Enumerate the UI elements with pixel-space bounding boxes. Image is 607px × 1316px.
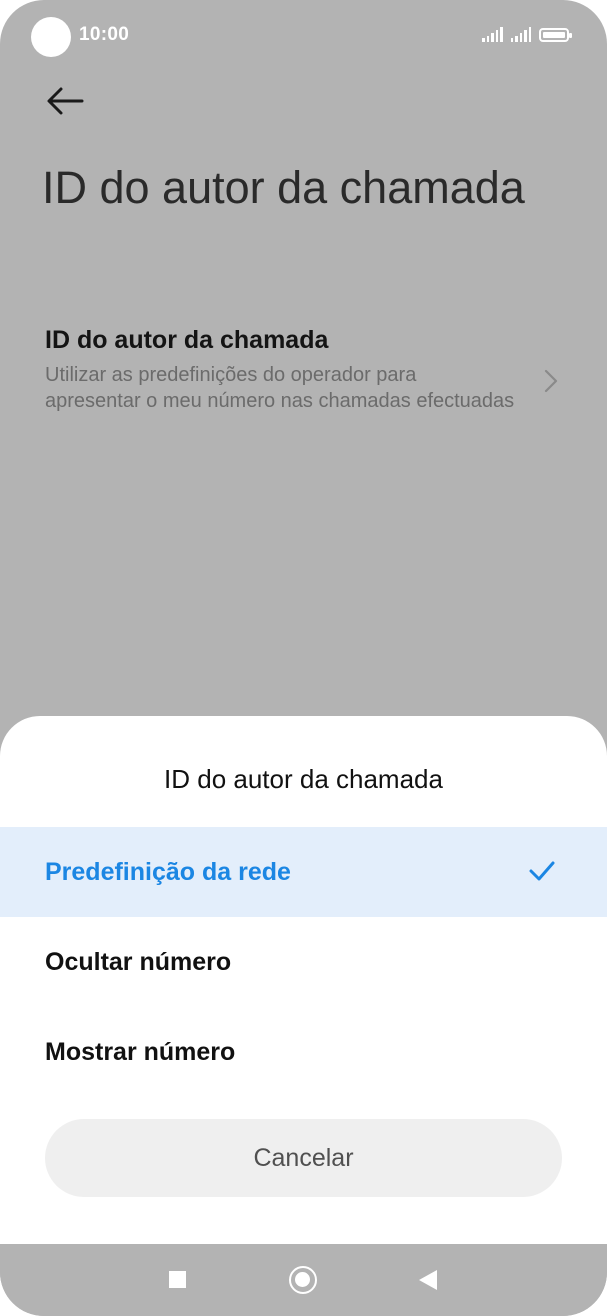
camera-cutout — [31, 17, 71, 57]
system-icons — [482, 26, 572, 42]
setting-title: ID do autor da chamada — [45, 326, 329, 354]
arrow-left-icon — [47, 87, 84, 115]
signal-icon — [510, 26, 531, 42]
triangle-back-icon[interactable] — [418, 1269, 438, 1291]
cancel-button[interactable]: Cancelar — [45, 1119, 562, 1197]
status-bar: 10:00 — [0, 0, 607, 70]
battery-icon — [539, 28, 572, 42]
checkmark-icon — [529, 861, 555, 881]
option-label: Mostrar número — [45, 1037, 236, 1066]
signal-icon — [482, 26, 503, 42]
sheet-title: ID do autor da chamada — [164, 764, 443, 794]
option-show-number[interactable]: Mostrar número — [0, 1007, 607, 1097]
circle-home-icon[interactable] — [289, 1266, 317, 1294]
option-network-default[interactable]: Predefinição da rede — [0, 827, 607, 917]
caller-id-bottom-sheet: ID do autor da chamada Predefinição da r… — [0, 716, 607, 1244]
page-title: ID do autor da chamada — [42, 162, 525, 213]
chevron-right-icon — [544, 369, 558, 393]
phone-screen: 10:00 ID do autor da chamada ID do autor… — [0, 0, 607, 1316]
option-label: Predefinição da rede — [45, 857, 291, 886]
option-label: Ocultar número — [45, 947, 232, 976]
option-hide-number[interactable]: Ocultar número — [0, 917, 607, 1007]
square-recents-icon[interactable] — [169, 1271, 186, 1288]
caller-id-setting-row[interactable]: ID do autor da chamada Utilizar as prede… — [45, 320, 575, 450]
setting-description: Utilizar as predefinições do operador pa… — [45, 364, 515, 412]
status-time: 10:00 — [79, 24, 130, 45]
back-button[interactable] — [42, 80, 90, 124]
navigation-bar — [0, 1244, 607, 1316]
